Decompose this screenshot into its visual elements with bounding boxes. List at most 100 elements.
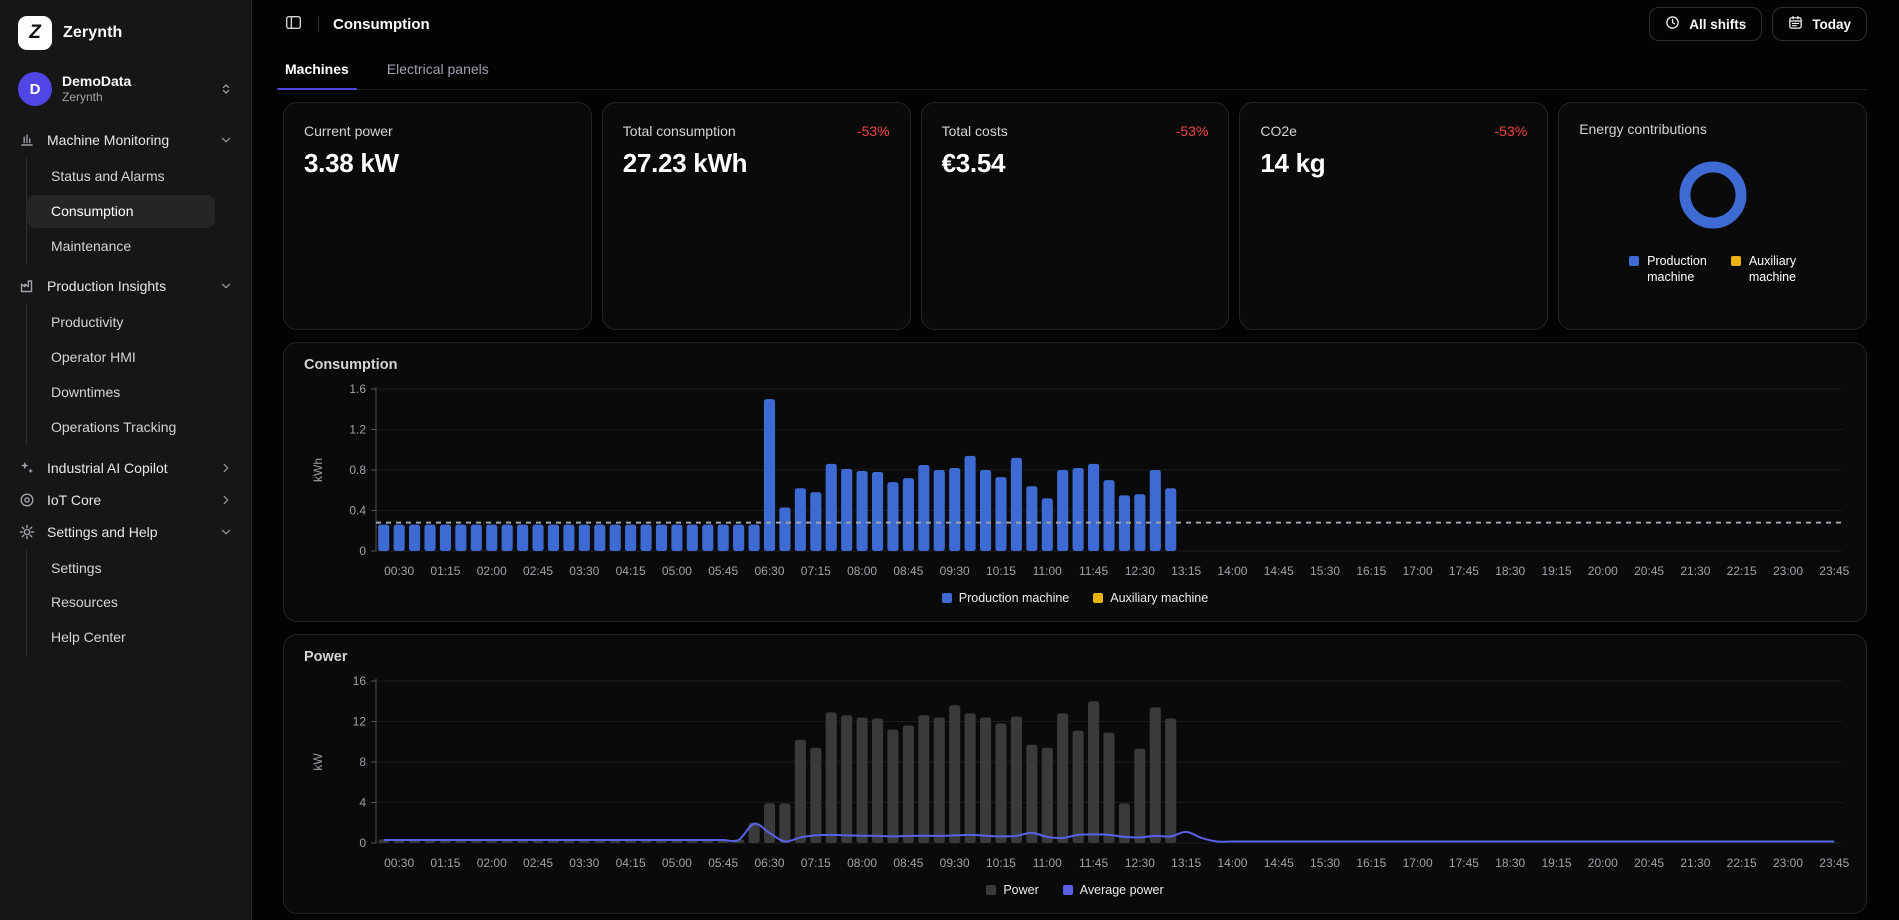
legend-swatch [1093,593,1103,603]
sidebar: Z Zerynth D DemoData Zerynth Machine Mon… [0,0,252,920]
sidebar-item-production-insights[interactable]: Production Insights [12,270,239,302]
chevron-right-icon [219,461,233,475]
chevron-down-icon [219,279,233,293]
stat-card-total-consumption: Total consumption-53%27.23 kWh [602,102,911,330]
chevron-right-icon [219,493,233,507]
all-shifts-button[interactable]: All shifts [1649,7,1762,41]
svg-text:01:15: 01:15 [430,856,460,870]
tab-electrical-panels[interactable]: Electrical panels [385,50,491,89]
legend-label: Power [1003,883,1038,897]
sidebar-item-status-and-alarms[interactable]: Status and Alarms [27,160,239,193]
sidebar-item-settings[interactable]: Settings [27,552,239,585]
svg-text:14:45: 14:45 [1264,564,1294,578]
sidebar-item-downtimes[interactable]: Downtimes [27,376,239,409]
power-chart-card: Power 0481216kW00:3001:1502:0002:4503:30… [283,634,1867,914]
gear-icon [18,524,36,540]
svg-text:14:00: 14:00 [1217,564,1247,578]
svg-text:21:30: 21:30 [1680,856,1710,870]
legend-label: Average power [1080,883,1164,897]
svg-text:19:15: 19:15 [1542,564,1572,578]
svg-text:08:00: 08:00 [847,564,877,578]
tab-bar: Machines Electrical panels [283,50,1867,90]
sidebar-item-consumption[interactable]: Consumption [27,195,215,228]
energy-contributions-card: Energy contributions Productionmachine Aux… [1558,102,1867,330]
monitoring-icon [18,132,36,148]
sidebar-item-operator-hmi[interactable]: Operator HMI [27,341,239,374]
sidebar-item-help-center[interactable]: Help Center [27,621,239,654]
clock-icon [1665,15,1680,33]
sidebar-item-resources[interactable]: Resources [27,586,239,619]
legend-item: Auxiliary machine [1093,591,1208,605]
legend-swatch [942,593,952,603]
topbar-divider [318,16,319,32]
consumption-chart-legend: Production machine Auxiliary machine [304,589,1846,613]
stat-value: €3.54 [942,148,1209,179]
consumption-chart: 00.40.81.21.6kWh00:3001:1502:0002:4503:3… [304,377,1856,589]
stat-label: Total consumption [623,123,736,139]
sidebar-item-productivity[interactable]: Productivity [27,306,239,339]
legend-label: Production machine [959,591,1069,605]
svg-text:10:15: 10:15 [986,564,1016,578]
svg-text:23:00: 23:00 [1773,856,1803,870]
energy-contributions-title: Energy contributions [1579,121,1846,137]
svg-text:00:30: 00:30 [384,564,414,578]
org-subtitle: Zerynth [62,90,131,105]
legend-item: Production machine [942,591,1069,605]
date-picker-button[interactable]: Today [1772,7,1867,41]
svg-text:05:45: 05:45 [708,856,738,870]
svg-text:02:45: 02:45 [523,564,553,578]
panel-left-icon [285,14,302,34]
sidebar-item-label: IoT Core [47,492,101,508]
sidebar-nav: Machine Monitoring Status and AlarmsConsu… [12,124,239,906]
iot-icon [18,492,36,508]
org-selector[interactable]: D DemoData Zerynth [12,68,239,124]
power-chart: 0481216kW00:3001:1502:0002:4503:3004:150… [304,669,1856,881]
svg-text:05:45: 05:45 [708,564,738,578]
consumption-chart-title: Consumption [304,357,1846,373]
svg-text:22:15: 22:15 [1727,564,1757,578]
legend-item: Productionmachine [1629,253,1707,286]
svg-text:20:00: 20:00 [1588,564,1618,578]
power-chart-title: Power [304,649,1846,665]
stat-label: Current power [304,123,393,139]
sidebar-item-settings-and-help[interactable]: Settings and Help [12,516,239,548]
svg-text:18:30: 18:30 [1495,564,1525,578]
svg-text:16:15: 16:15 [1356,856,1386,870]
svg-text:1.2: 1.2 [349,423,366,437]
stat-card-co2e: CO2e-53%14 kg [1239,102,1548,330]
svg-text:11:00: 11:00 [1033,564,1062,578]
main-area: Consumption All shifts Today Machines Ele… [252,0,1899,920]
svg-text:04:15: 04:15 [616,564,646,578]
energy-legend: Productionmachine Auxiliarymachine [1579,253,1846,286]
legend-swatch [1063,885,1073,895]
svg-text:20:00: 20:00 [1588,856,1618,870]
legend-label: Auxiliary machine [1110,591,1208,605]
sidebar-item-operations-tracking[interactable]: Operations Tracking [27,411,239,444]
svg-text:kW: kW [311,753,325,771]
svg-text:16: 16 [353,674,367,688]
sidebar-item-iot-core[interactable]: IoT Core [12,484,239,516]
svg-text:14:00: 14:00 [1217,856,1247,870]
legend-swatch [1629,256,1639,266]
svg-text:06:30: 06:30 [754,856,784,870]
legend-item: Average power [1063,883,1164,897]
date-picker-label: Today [1812,17,1851,32]
sidebar-item-maintenance[interactable]: Maintenance [27,230,239,263]
org-avatar: D [18,72,52,106]
svg-text:07:15: 07:15 [801,856,831,870]
tab-machines[interactable]: Machines [283,50,351,89]
stat-label: Total costs [942,123,1008,139]
svg-text:03:30: 03:30 [569,856,599,870]
svg-text:4: 4 [359,796,366,810]
consumption-chart-card: Consumption 00.40.81.21.6kWh00:3001:1502… [283,342,1867,622]
stat-value: 27.23 kWh [623,148,890,179]
legend-swatch [986,885,996,895]
svg-text:0.8: 0.8 [349,463,366,477]
stats-row: Current power3.38 kWTotal consumption-53… [283,102,1867,330]
sidebar-toggle-button[interactable] [283,12,304,36]
svg-text:0.4: 0.4 [349,504,366,518]
legend-item: Auxiliarymachine [1731,253,1796,286]
sidebar-item-machine-monitoring[interactable]: Machine Monitoring [12,124,239,156]
sidebar-item-industrial-ai-copilot[interactable]: Industrial AI Copilot [12,452,239,484]
svg-text:23:45: 23:45 [1819,564,1849,578]
